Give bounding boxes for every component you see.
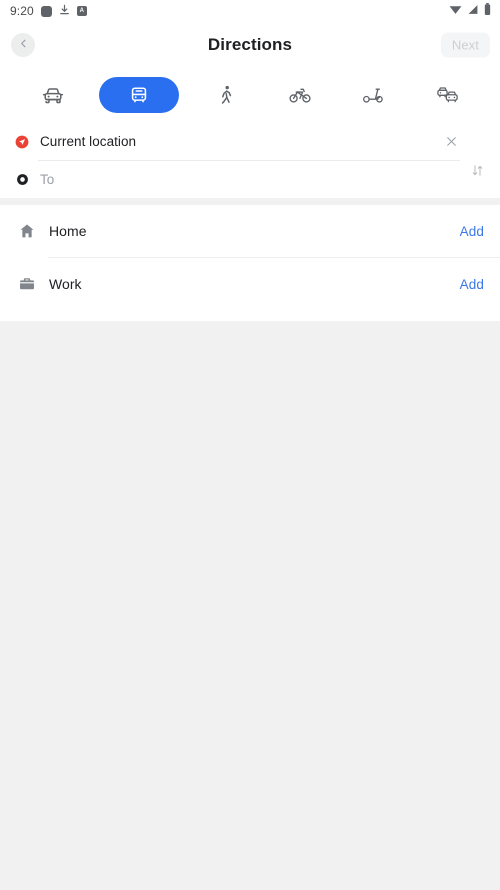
add-home-link[interactable]: Add	[460, 224, 484, 239]
transport-mode-tabs	[0, 67, 500, 123]
saved-place-label: Work	[49, 276, 82, 292]
walk-icon	[214, 83, 238, 107]
wifi-icon	[449, 2, 462, 20]
status-bar-left: 9:20 A	[10, 2, 87, 20]
mode-tab-driving[interactable]	[26, 78, 80, 112]
back-button[interactable]	[11, 32, 35, 57]
origin-input-row[interactable]: Current location	[0, 123, 500, 160]
swap-vertical-icon	[470, 163, 485, 183]
download-icon	[59, 2, 70, 20]
mode-tab-rideshare[interactable]	[420, 78, 474, 112]
destination-ring-icon	[11, 172, 33, 187]
home-icon	[16, 222, 38, 240]
status-bar-right	[449, 2, 491, 20]
bus-icon	[128, 84, 150, 106]
route-input-section: Current location To	[0, 123, 500, 198]
rideshare-icon	[435, 83, 460, 108]
app-badge-letter: A	[79, 8, 84, 14]
scooter-icon	[361, 83, 385, 107]
status-bar-clock: 9:20	[10, 4, 34, 18]
saved-place-home[interactable]: Home Add	[0, 205, 500, 257]
saved-place-label: Home	[49, 223, 87, 239]
next-button[interactable]: Next	[440, 32, 490, 57]
swap-endpoints-button[interactable]	[466, 162, 488, 184]
page-title: Directions	[207, 34, 293, 54]
directions-screen: 9:20 A Directions Next Current location …	[0, 0, 500, 890]
section-separator	[0, 198, 500, 205]
signal-icon	[467, 2, 479, 20]
bicycle-icon	[288, 83, 312, 107]
navigation-arrow-icon	[11, 134, 33, 150]
status-bar: 9:20 A	[0, 0, 500, 22]
app-badge-icon: A	[76, 6, 87, 16]
destination-input-row[interactable]: To	[0, 161, 500, 198]
mode-tab-scooter[interactable]	[346, 78, 400, 112]
saved-place-work[interactable]: Work Add	[0, 258, 500, 310]
mode-tab-transit[interactable]	[99, 77, 180, 113]
rounded-square-icon	[40, 5, 52, 17]
map-background-area[interactable]	[0, 321, 500, 890]
battery-icon	[484, 2, 491, 20]
origin-value: Current location	[40, 134, 137, 149]
close-icon[interactable]	[442, 133, 460, 151]
mode-tab-walking[interactable]	[199, 78, 253, 112]
destination-placeholder: To	[40, 172, 55, 187]
car-icon	[41, 83, 65, 107]
app-header: Directions Next	[0, 22, 500, 67]
mode-tab-cycling[interactable]	[273, 78, 327, 112]
chevron-left-icon	[18, 36, 29, 54]
card-bottom-edge	[0, 310, 500, 321]
saved-places-section: Home Add Work Add	[0, 205, 500, 310]
add-work-link[interactable]: Add	[460, 277, 484, 292]
briefcase-icon	[16, 275, 38, 293]
